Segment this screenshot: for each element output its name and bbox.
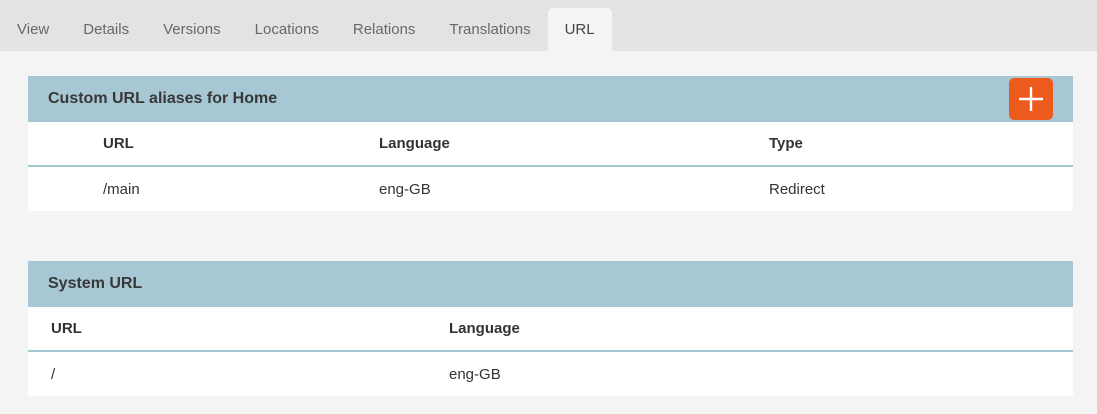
tab-versions[interactable]: Versions — [146, 8, 238, 51]
content-tab-bar: View Details Versions Locations Relation… — [0, 0, 1097, 51]
tab-details[interactable]: Details — [66, 8, 146, 51]
tab-relations[interactable]: Relations — [336, 8, 433, 51]
custom-url-aliases-header: Custom URL aliases for Home — [28, 76, 1073, 122]
column-header-language: Language — [356, 122, 746, 166]
custom-url-aliases-panel: Custom URL aliases for Home URL Language… — [28, 76, 1073, 211]
column-header-type: Type — [746, 122, 1073, 166]
system-url-header: System URL — [28, 261, 1073, 307]
type-cell: Redirect — [746, 166, 1073, 211]
column-header-language: Language — [426, 307, 1073, 351]
table-row: / eng-GB — [28, 351, 1073, 396]
add-url-alias-button[interactable] — [1009, 78, 1053, 120]
column-header-url: URL — [80, 122, 356, 166]
checkbox-column-header — [28, 122, 80, 166]
tab-view[interactable]: View — [0, 8, 66, 51]
tab-translations[interactable]: Translations — [432, 8, 547, 51]
system-url-panel: System URL URL Language / eng-GB — [28, 261, 1073, 396]
plus-icon — [1018, 86, 1044, 112]
tab-url[interactable]: URL — [548, 8, 612, 51]
column-header-url: URL — [28, 307, 426, 351]
table-row: /main eng-GB Redirect — [28, 166, 1073, 211]
language-cell: eng-GB — [426, 351, 1073, 396]
table-header-row: URL Language Type — [28, 122, 1073, 166]
tab-locations[interactable]: Locations — [238, 8, 336, 51]
url-cell: /main — [80, 166, 356, 211]
system-url-table: URL Language / eng-GB — [28, 307, 1073, 396]
custom-url-aliases-table: URL Language Type /main eng-GB Redirect — [28, 122, 1073, 211]
language-cell: eng-GB — [356, 166, 746, 211]
custom-url-aliases-title: Custom URL aliases for Home — [48, 90, 1009, 108]
url-cell: / — [28, 351, 426, 396]
checkbox-cell — [28, 166, 80, 211]
system-url-title: System URL — [48, 275, 1053, 293]
table-header-row: URL Language — [28, 307, 1073, 351]
